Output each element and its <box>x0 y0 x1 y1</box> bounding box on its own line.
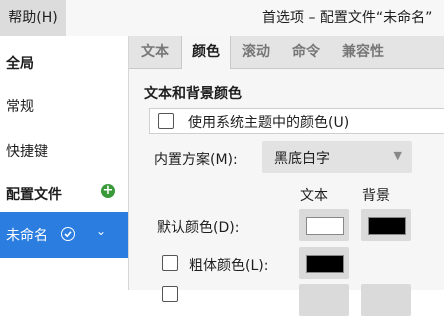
color-swatch <box>368 217 406 235</box>
default-color-label: 默认颜色(D): <box>157 220 240 236</box>
preferences-content: 文本 颜色 滚动 命令 兼容性 文本和背景颜色 使用系统主题中的颜色(U) 内置… <box>129 36 444 316</box>
sidebar-item-general[interactable]: 常规 <box>6 96 34 116</box>
sidebar-item-profile-unnamed[interactable]: 未命名 ⌄ <box>0 212 128 258</box>
checkbox[interactable] <box>158 113 174 129</box>
menubar: 帮助(H) 首选项 – 配置文件“未命名” <box>0 0 444 36</box>
scheme-select[interactable]: 黑底白字 ▼ <box>262 141 412 173</box>
scheme-label: 内置方案(M): <box>154 152 238 168</box>
chevron-down-icon[interactable]: ⌄ <box>96 224 106 238</box>
sidebar-item-shortcuts[interactable]: 快捷键 <box>6 141 48 161</box>
tab-colors[interactable]: 颜色 <box>181 36 231 69</box>
default-bg-color-button[interactable] <box>361 209 411 241</box>
next-row-color-button[interactable] <box>299 284 349 316</box>
default-text-color-button[interactable] <box>299 209 349 241</box>
bold-color-button[interactable] <box>299 247 349 279</box>
tab-scrolling[interactable]: 滚动 <box>242 36 270 68</box>
tab-compatibility[interactable]: 兼容性 <box>342 36 384 68</box>
window-title: 首选项 – 配置文件“未命名” <box>262 10 433 26</box>
bold-color-checkbox[interactable] <box>162 255 178 271</box>
column-header-text: 文本 <box>300 188 328 204</box>
column-header-background: 背景 <box>362 188 390 204</box>
scheme-value: 黑底白字 <box>274 151 330 167</box>
bold-color-label: 粗体颜色(L): <box>189 258 269 274</box>
color-swatch <box>306 255 344 273</box>
tab-text[interactable]: 文本 <box>141 36 169 68</box>
next-row-checkbox[interactable] <box>162 286 178 302</box>
color-swatch <box>306 217 344 235</box>
next-row-bg-button[interactable] <box>361 284 411 316</box>
section-title: 文本和背景颜色 <box>144 86 242 102</box>
chevron-down-icon: ▼ <box>393 149 402 162</box>
use-system-theme-label: 使用系统主题中的颜色(U) <box>188 115 350 131</box>
tab-bar: 文本 颜色 滚动 命令 兼容性 <box>129 36 444 69</box>
profile-label: 未命名 <box>6 228 48 244</box>
default-check-icon <box>61 227 75 241</box>
sidebar-header-profiles: 配置文件 <box>6 187 62 203</box>
menu-help[interactable]: 帮助(H) <box>0 0 66 36</box>
sidebar-header-global: 全局 <box>6 56 34 72</box>
add-profile-icon[interactable]: + <box>101 184 115 198</box>
use-system-theme-checkbox[interactable]: 使用系统主题中的颜色(U) <box>149 108 444 134</box>
sidebar: 全局 常规 快捷键 配置文件 + 未命名 ⌄ <box>0 36 129 290</box>
tab-command[interactable]: 命令 <box>292 36 320 68</box>
